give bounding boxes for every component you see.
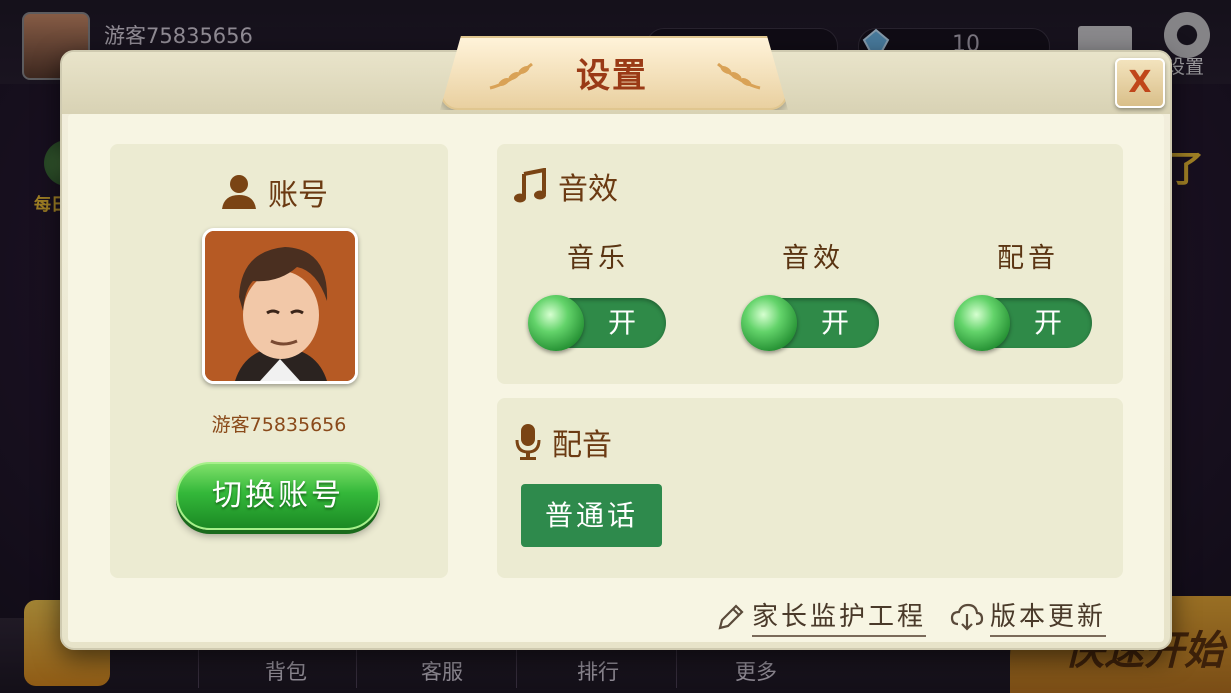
voice-heading-label: 配音 — [552, 428, 612, 463]
sfx-toggle[interactable]: 开 — [741, 295, 879, 351]
music-label: 音乐 — [567, 243, 629, 274]
toggle-knob — [954, 295, 1010, 351]
version-update-label: 版本更新 — [990, 596, 1107, 637]
account-heading: 账号 — [220, 170, 328, 214]
account-heading-label: 账号 — [268, 178, 328, 213]
toggle-knob — [741, 295, 797, 351]
user-icon — [222, 175, 256, 209]
sfx-label: 音效 — [782, 243, 844, 274]
sfx-toggle-state: 开 — [820, 306, 849, 339]
voice-label: 配音 — [997, 243, 1059, 274]
avatar — [202, 228, 358, 384]
microphone-icon — [515, 424, 541, 460]
parental-control-link[interactable]: 家长监护工程 — [716, 596, 927, 637]
music-toggle-state: 开 — [607, 306, 636, 339]
cloud-download-icon — [950, 603, 984, 631]
voice-toggle-state: 开 — [1033, 306, 1062, 339]
account-username: 游客75835656 — [211, 414, 347, 436]
voice-heading: 配音 — [514, 420, 612, 464]
sound-heading-label: 音效 — [558, 172, 618, 207]
wheat-right-icon — [717, 62, 761, 90]
version-update-link[interactable]: 版本更新 — [950, 596, 1107, 637]
voice-toggle[interactable]: 开 — [954, 295, 1092, 351]
music-note-icon — [514, 168, 546, 203]
parental-control-label: 家长监护工程 — [752, 596, 927, 637]
sound-heading: 音效 — [514, 164, 618, 208]
avatar-portrait — [205, 231, 355, 381]
close-button[interactable]: X — [1115, 58, 1165, 108]
switch-account-button[interactable]: 切换账号 — [176, 462, 380, 530]
toggle-knob — [528, 295, 584, 351]
music-toggle[interactable]: 开 — [528, 295, 666, 351]
pencil-icon — [718, 603, 744, 630]
mandarin-button[interactable]: 普通话 — [521, 484, 662, 547]
